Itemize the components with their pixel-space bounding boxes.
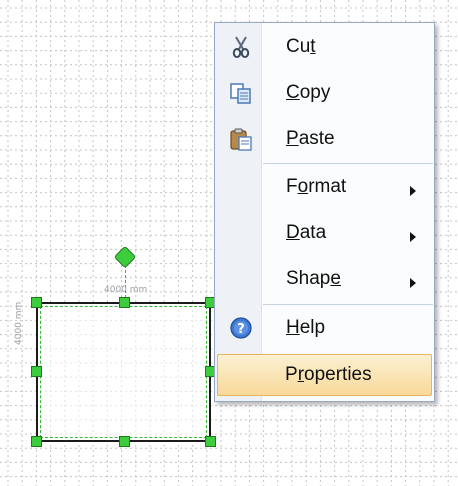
resize-handle-top-left[interactable] <box>31 297 42 308</box>
menu-item-cut[interactable]: Cut <box>217 26 432 68</box>
menu-item-label: Data <box>286 222 327 243</box>
shape-width-label: 4000 mm <box>104 285 148 295</box>
menu-item-label: Copy <box>286 82 331 103</box>
shape-height-label: 4000 mm <box>14 301 24 345</box>
menu-separator <box>263 304 433 305</box>
menu-item-copy[interactable]: Copy <box>217 72 432 114</box>
resize-handle-bottom[interactable] <box>119 436 130 447</box>
resize-handle-bottom-right[interactable] <box>205 436 216 447</box>
menu-item-data[interactable]: Data <box>217 212 432 254</box>
help-icon: ? <box>228 315 254 341</box>
selection-outline <box>40 306 207 438</box>
resize-handle-top[interactable] <box>119 297 130 308</box>
submenu-arrow-icon <box>409 227 417 249</box>
copy-icon <box>228 80 254 106</box>
submenu-arrow-icon <box>409 181 417 203</box>
menu-item-help[interactable]: ? Help <box>217 307 432 349</box>
menu-item-label: Properties <box>285 364 372 385</box>
svg-text:?: ? <box>237 322 245 337</box>
scissors-icon <box>228 34 254 60</box>
menu-item-shape[interactable]: Shape <box>217 258 432 300</box>
paste-icon <box>228 126 254 152</box>
submenu-arrow-icon <box>409 273 417 295</box>
menu-item-label: Paste <box>286 128 335 149</box>
menu-item-label: Format <box>286 176 347 197</box>
resize-handle-left[interactable] <box>31 366 42 377</box>
menu-item-label: Shape <box>286 268 341 289</box>
menu-item-label: Cut <box>286 36 316 57</box>
context-menu: Cut Copy Paste Format Data Shape ? Help … <box>214 22 435 402</box>
menu-item-paste[interactable]: Paste <box>217 118 432 160</box>
menu-item-format[interactable]: Format <box>217 166 432 208</box>
resize-handle-bottom-left[interactable] <box>31 436 42 447</box>
menu-separator <box>263 163 433 164</box>
menu-item-label: Help <box>286 317 326 338</box>
menu-item-properties[interactable]: Properties <box>217 354 432 396</box>
